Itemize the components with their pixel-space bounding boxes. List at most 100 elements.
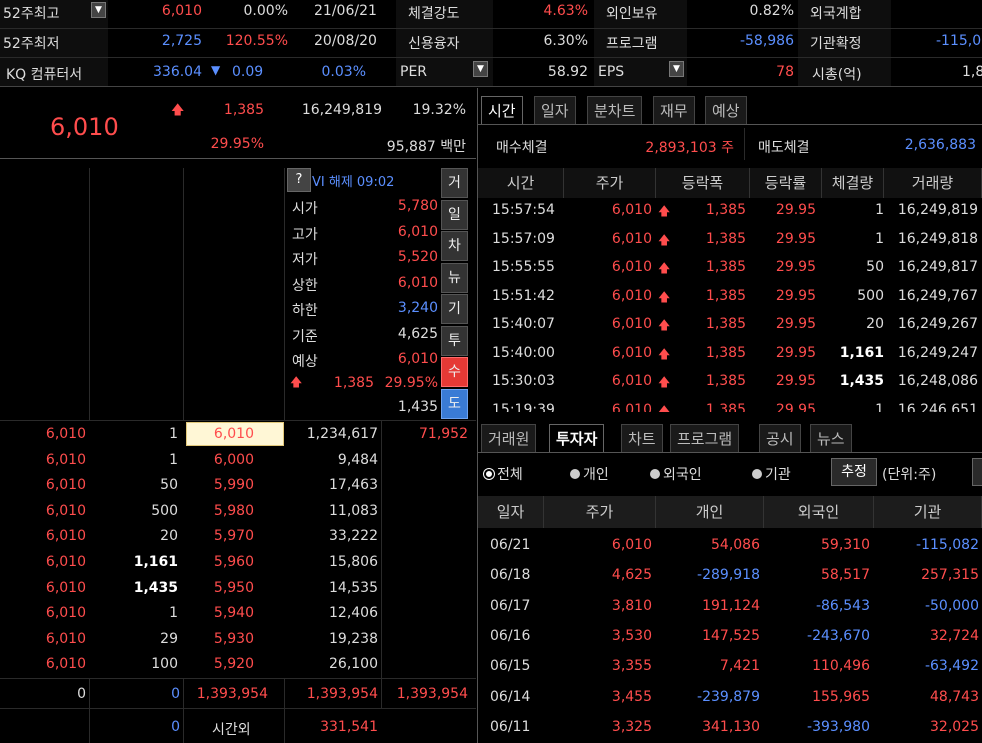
radio-foreign[interactable]: 외국인 (650, 464, 702, 484)
tick-price: 6,010 (611, 401, 652, 413)
tick-row: 15:55:55 6,010 🡅 1,385 29.95 50 16,249,817 (478, 259, 982, 285)
inv-individual: -289,918 (697, 567, 760, 584)
radio-dot-icon (570, 469, 580, 479)
dropdown-eps[interactable]: ▼ (669, 61, 684, 77)
label-52w-low: 52주최저 (3, 36, 60, 52)
tick-rate: 29.95 (775, 287, 816, 304)
ob-bid-price: 5,930 (213, 630, 254, 647)
tick-change: 1,385 (705, 287, 746, 304)
side-button-0[interactable]: 거 (441, 168, 468, 198)
tick-qty: 1 (875, 401, 884, 413)
tick-change: 1,385 (705, 373, 746, 389)
tab-0[interactable]: 시간 (481, 96, 523, 124)
up-arrow-icon: 🡅 (658, 403, 671, 413)
info-label: 저가 (292, 252, 318, 268)
tick-time: 15:51:42 (492, 287, 555, 304)
side-button-3[interactable]: 뉴 (441, 262, 468, 293)
side-button-5[interactable]: 투 (441, 325, 468, 356)
estimate-button[interactable]: 추정 (831, 458, 877, 486)
turnover-rate: 19.32% (412, 102, 466, 118)
tick-volume: 16,248,086 (897, 373, 978, 389)
side-button-7[interactable]: 도 (441, 388, 468, 419)
tab-4[interactable]: 예상 (705, 96, 747, 124)
radio-institution[interactable]: 기관 (752, 464, 791, 484)
inv-institution: -63,492 (924, 658, 979, 675)
label-credit: 신용융자 (408, 36, 460, 52)
after-hours-label: 시간외 (212, 722, 251, 738)
tab-1[interactable]: 투자자 (549, 424, 605, 452)
dropdown-52w[interactable]: ▼ (91, 2, 106, 18)
investor-col-header: 일자 (478, 496, 544, 528)
tick-price: 6,010 (611, 344, 652, 361)
tab-2[interactable]: 차트 (621, 424, 663, 452)
inv-foreign: -393,980 (807, 718, 870, 735)
ob-top-qty: 1,234,617 (306, 426, 378, 442)
ob-bid-qty: 12,406 (329, 605, 378, 622)
info-value: 5,780 (397, 198, 438, 214)
tab-2[interactable]: 분차트 (587, 96, 643, 124)
tab-1[interactable]: 일자 (534, 96, 576, 124)
inv-institution: 48,743 (930, 688, 979, 705)
tab-5[interactable]: 뉴스 (810, 424, 852, 452)
info-value: 6,010 (397, 274, 438, 291)
tick-qty: 500 (857, 287, 884, 304)
side-button-6[interactable]: 수 (441, 357, 468, 387)
tick-volume: 16,249,819 (897, 202, 978, 218)
inv-price: 3,810 (611, 597, 652, 614)
expected-qty: 1,435 (397, 399, 438, 415)
radio-individual[interactable]: 개인 (570, 464, 609, 484)
ob-bid-qty: 17,463 (329, 477, 378, 494)
label-program: 프로그램 (606, 36, 658, 52)
side-button-1[interactable]: 일 (441, 199, 468, 230)
tick-price: 6,010 (611, 259, 652, 275)
tick-qty: 20 (866, 316, 884, 332)
foreign-hold-value: 0.82% (749, 3, 794, 19)
side-button-2[interactable]: 차 (441, 231, 468, 261)
label-index: KQ 컴퓨터서 (6, 67, 83, 83)
more-button[interactable] (972, 458, 982, 486)
tick-rate: 29.95 (775, 401, 816, 413)
radio-foreign-label: 외국인 (663, 467, 702, 483)
index-rate: 0.03% (321, 64, 366, 80)
ticks-col-header: 체결량 (822, 168, 884, 198)
tick-rate: 29.95 (775, 202, 816, 218)
ob-bid-qty: 19,238 (329, 630, 378, 647)
side-button-4[interactable]: 기 (441, 294, 468, 324)
investor-col-header: 외국인 (764, 496, 874, 528)
ob-top-price: 6,010 (213, 426, 254, 442)
radio-all[interactable]: 전체 (484, 464, 523, 484)
tick-price: 6,010 (611, 287, 652, 304)
inv-individual: 191,124 (702, 597, 760, 614)
tab-3[interactable]: 재무 (653, 96, 695, 124)
tab-4[interactable]: 공시 (759, 424, 801, 452)
label-inst-confirm: 기관확정 (810, 36, 862, 52)
expected-change: 1,385 (333, 375, 374, 391)
inv-date: 06/18 (490, 567, 531, 584)
sell-exec-label: 매도체결 (758, 140, 810, 156)
inv-individual: 7,421 (719, 658, 760, 675)
radio-dot-icon (752, 469, 762, 479)
tick-time: 15:40:00 (492, 344, 555, 361)
tab-0[interactable]: 거래원 (481, 424, 537, 452)
expected-rate: 29.95% (384, 375, 438, 391)
tick-rate: 29.95 (775, 230, 816, 247)
ob-price: 6,010 (45, 579, 86, 596)
ob-qty: 29 (160, 630, 178, 647)
tick-time: 15:57:09 (492, 230, 555, 247)
52w-high-value: 6,010 (161, 3, 202, 19)
ob-price: 6,010 (45, 656, 86, 673)
investor-col-header: 기관 (874, 496, 982, 528)
ob-qty: 500 (151, 502, 178, 519)
ob-bid-qty: 9,484 (337, 451, 378, 468)
help-button[interactable]: ? (287, 168, 311, 192)
info-label: 예상 (292, 354, 318, 370)
tick-volume: 16,246,651 (897, 401, 978, 413)
ob-qty: 1,435 (133, 579, 178, 596)
credit-value: 6.30% (543, 33, 588, 49)
inv-price: 6,010 (611, 537, 652, 553)
tab-3[interactable]: 프로그램 (670, 424, 740, 452)
dropdown-per[interactable]: ▼ (473, 61, 488, 77)
inv-foreign: 155,965 (812, 688, 870, 705)
ob-price: 6,010 (45, 502, 86, 519)
radio-institution-label: 기관 (765, 467, 791, 483)
